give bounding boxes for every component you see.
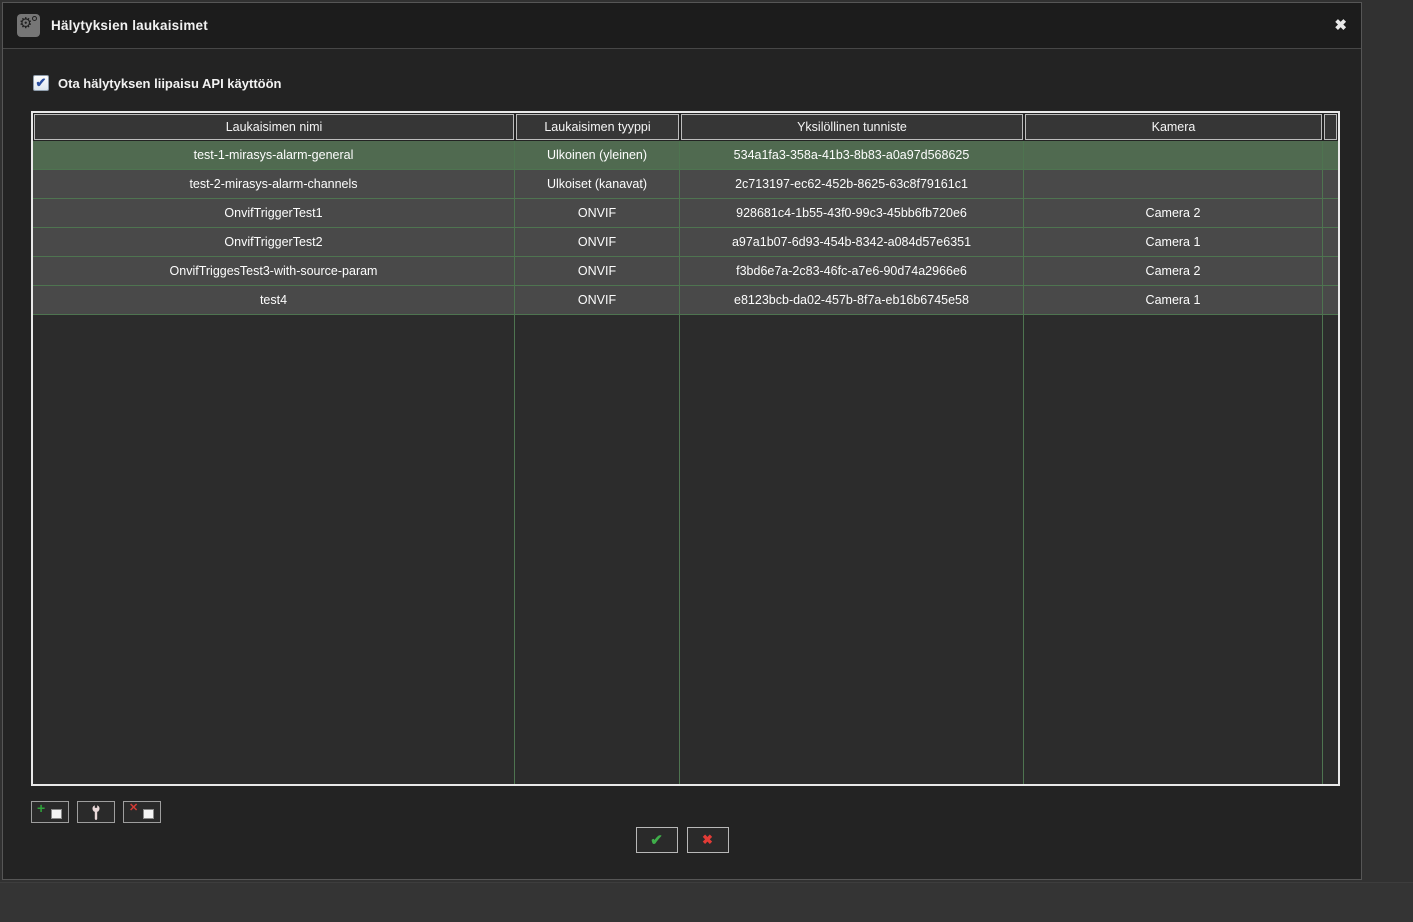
cell-camera bbox=[1024, 170, 1323, 198]
add-trigger-button[interactable]: + bbox=[31, 801, 69, 823]
table-row[interactable]: test4ONVIFe8123bcb-da02-457b-8f7a-eb16b6… bbox=[33, 286, 1338, 315]
cell-unique-id: a97a1b07-6d93-454b-8342-a084d57e6351 bbox=[680, 228, 1024, 256]
wrench-icon bbox=[89, 804, 103, 821]
x-icon: ✖ bbox=[702, 832, 713, 848]
cell-trigger-type: Ulkoiset (kanavat) bbox=[515, 170, 680, 198]
cell-trigger-type: ONVIF bbox=[515, 199, 680, 227]
cell-trigger-name: test4 bbox=[33, 286, 515, 314]
alarm-triggers-dialog: ⚙ Hälytyksien laukaisimet ✖ ✔ Ota hälyty… bbox=[2, 2, 1362, 880]
table-row[interactable]: OnvifTriggesTest3-with-source-paramONVIF… bbox=[33, 257, 1338, 286]
table-row[interactable]: OnvifTriggerTest1ONVIF928681c4-1b55-43f0… bbox=[33, 199, 1338, 228]
cell-trigger-name: test-2-mirasys-alarm-channels bbox=[33, 170, 515, 198]
table-header-row: Laukaisimen nimi Laukaisimen tyyppi Yksi… bbox=[33, 113, 1338, 141]
check-icon: ✔ bbox=[650, 831, 663, 849]
cell-filler bbox=[1323, 257, 1338, 285]
cell-trigger-type: ONVIF bbox=[515, 228, 680, 256]
delete-x-icon: ✕ bbox=[129, 803, 138, 814]
table-empty-area bbox=[33, 315, 1338, 784]
table-row[interactable]: OnvifTriggerTest2ONVIFa97a1b07-6d93-454b… bbox=[33, 228, 1338, 257]
item-square-icon bbox=[51, 809, 62, 819]
close-icon[interactable]: ✖ bbox=[1334, 18, 1347, 33]
dialog-title-bar[interactable]: ⚙ Hälytyksien laukaisimet ✖ bbox=[3, 3, 1361, 49]
table-body: test-1-mirasys-alarm-generalUlkoinen (yl… bbox=[33, 141, 1338, 315]
cell-unique-id: 2c713197-ec62-452b-8625-63c8f79161c1 bbox=[680, 170, 1024, 198]
cell-unique-id: 928681c4-1b55-43f0-99c3-45bb6fb720e6 bbox=[680, 199, 1024, 227]
column-header-trigger-type[interactable]: Laukaisimen tyyppi bbox=[516, 114, 679, 140]
column-header-unique-id[interactable]: Yksilöllinen tunniste bbox=[681, 114, 1023, 140]
column-header-filler bbox=[1324, 114, 1337, 140]
bottom-strip bbox=[0, 882, 1413, 922]
cell-trigger-type: Ulkoinen (yleinen) bbox=[515, 141, 680, 169]
gears-icon: ⚙ bbox=[17, 14, 40, 37]
screen-background: ⚙ Hälytyksien laukaisimet ✖ ✔ Ota hälyty… bbox=[0, 0, 1413, 922]
cell-trigger-type: ONVIF bbox=[515, 257, 680, 285]
ok-button[interactable]: ✔ bbox=[636, 827, 678, 853]
cell-trigger-type: ONVIF bbox=[515, 286, 680, 314]
table-row[interactable]: test-1-mirasys-alarm-generalUlkoinen (yl… bbox=[33, 141, 1338, 170]
column-header-camera[interactable]: Kamera bbox=[1025, 114, 1322, 140]
api-enable-label: Ota hälytyksen liipaisu API käyttöön bbox=[58, 76, 281, 91]
cell-filler bbox=[1323, 228, 1338, 256]
cell-trigger-name: OnvifTriggerTest2 bbox=[33, 228, 515, 256]
cell-trigger-name: OnvifTriggerTest1 bbox=[33, 199, 515, 227]
cell-filler bbox=[1323, 286, 1338, 314]
cancel-button[interactable]: ✖ bbox=[687, 827, 729, 853]
cell-trigger-name: OnvifTriggesTest3-with-source-param bbox=[33, 257, 515, 285]
triggers-table: Laukaisimen nimi Laukaisimen tyyppi Yksi… bbox=[31, 111, 1340, 786]
trigger-toolbar: + ✕ bbox=[31, 801, 161, 823]
item-square-icon bbox=[143, 809, 154, 819]
edit-trigger-button[interactable] bbox=[77, 801, 115, 823]
cell-camera: Camera 1 bbox=[1024, 228, 1323, 256]
cell-unique-id: 534a1fa3-358a-41b3-8b83-a0a97d568625 bbox=[680, 141, 1024, 169]
delete-trigger-button[interactable]: ✕ bbox=[123, 801, 161, 823]
api-enable-row: ✔ Ota hälytyksen liipaisu API käyttöön bbox=[33, 75, 281, 91]
cell-camera: Camera 1 bbox=[1024, 286, 1323, 314]
cell-filler bbox=[1323, 170, 1338, 198]
column-header-trigger-name[interactable]: Laukaisimen nimi bbox=[34, 114, 514, 140]
table-row[interactable]: test-2-mirasys-alarm-channelsUlkoiset (k… bbox=[33, 170, 1338, 199]
cell-filler bbox=[1323, 199, 1338, 227]
cell-camera bbox=[1024, 141, 1323, 169]
cell-trigger-name: test-1-mirasys-alarm-general bbox=[33, 141, 515, 169]
dialog-title: Hälytyksien laukaisimet bbox=[51, 18, 208, 33]
plus-icon: + bbox=[37, 801, 45, 815]
cell-filler bbox=[1323, 141, 1338, 169]
cell-camera: Camera 2 bbox=[1024, 257, 1323, 285]
cell-unique-id: e8123bcb-da02-457b-8f7a-eb16b6745e58 bbox=[680, 286, 1024, 314]
cell-unique-id: f3bd6e7a-2c83-46fc-a7e6-90d74a2966e6 bbox=[680, 257, 1024, 285]
dialog-buttons: ✔ ✖ bbox=[3, 827, 1361, 853]
api-enable-checkbox[interactable]: ✔ bbox=[33, 75, 49, 91]
cell-camera: Camera 2 bbox=[1024, 199, 1323, 227]
